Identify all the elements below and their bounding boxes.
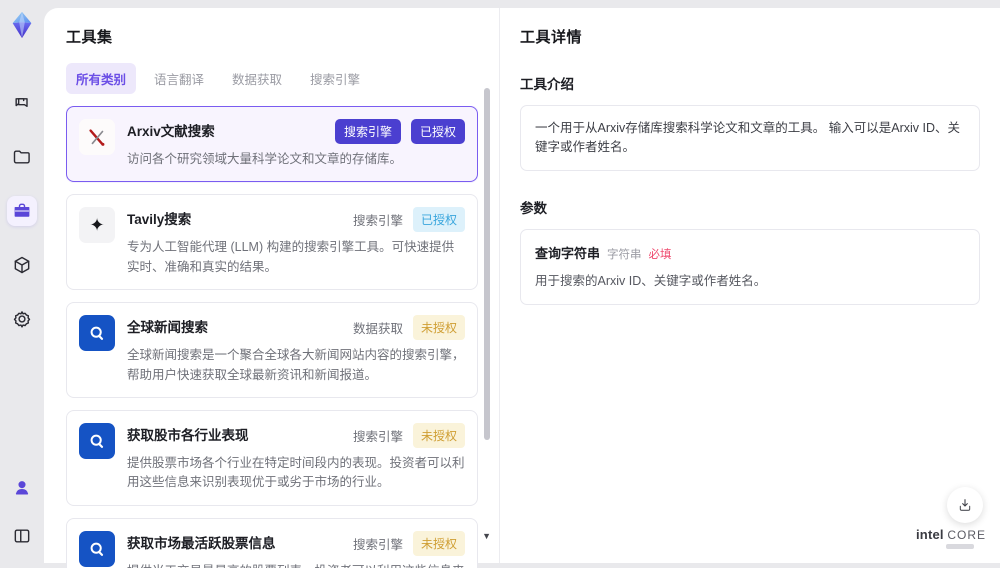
app-logo-icon[interactable] xyxy=(7,10,37,40)
tool-intro-text: 一个用于从Arxiv存储库搜索科学论文和文章的工具。 输入可以是Arxiv ID… xyxy=(520,105,980,171)
param-name: 查询字符串 xyxy=(535,243,600,262)
param-type-label: 字符串 xyxy=(607,246,642,262)
sidebar-item-files[interactable] xyxy=(7,142,37,172)
sidebar-item-chat[interactable] xyxy=(7,88,37,118)
download-button[interactable] xyxy=(947,487,983,523)
brand-subtext xyxy=(946,544,974,549)
tab-search-engine[interactable]: 搜索引擎 xyxy=(300,63,370,94)
briefcase-icon xyxy=(12,201,32,221)
page-title: 工具集 xyxy=(66,26,499,47)
auth-status-badge: 未授权 xyxy=(413,315,465,340)
brand-secondary: CORE xyxy=(947,528,986,542)
chat-icon xyxy=(12,93,32,113)
tool-card-description: 专为人工智能代理 (LLM) 构建的搜索引擎工具。可快速提供实时、准确和真实的结… xyxy=(127,238,465,277)
tool-card-list: Arxiv文献搜索 搜索引擎 已授权 访问各个研究领域大量科学论文和文章的存储库… xyxy=(66,106,478,568)
scrollbar-thumb[interactable] xyxy=(484,88,490,440)
param-item: 查询字符串 字符串 必填 用于搜索的Arxiv ID、关键字或作者姓名。 xyxy=(520,229,980,305)
auth-status-badge: 已授权 xyxy=(411,119,465,144)
tool-card-arxiv[interactable]: Arxiv文献搜索 搜索引擎 已授权 访问各个研究领域大量科学论文和文章的存储库… xyxy=(66,106,478,182)
category-label: 搜索引擎 xyxy=(353,426,403,445)
tool-list-panel: 工具集 所有类别 语言翻译 数据获取 搜索引擎 Arxiv文献搜索 xyxy=(44,8,500,563)
main-panel: 工具集 所有类别 语言翻译 数据获取 搜索引擎 Arxiv文献搜索 xyxy=(44,8,1000,563)
brand-primary: intel xyxy=(916,527,944,542)
tool-card-description: 提供股票市场各个行业在特定时间段内的表现。投资者可以利用这些信息来识别表现优于或… xyxy=(127,454,465,493)
category-tabs: 所有类别 语言翻译 数据获取 搜索引擎 xyxy=(66,63,499,94)
tool-card-global-news[interactable]: 全球新闻搜索 数据获取 未授权 全球新闻搜索是一个聚合全球各大新闻网站内容的搜索… xyxy=(66,302,478,398)
tool-card-title: Tavily搜索 xyxy=(127,207,191,228)
sidebar-item-account[interactable] xyxy=(7,473,37,503)
news-search-logo-icon xyxy=(79,531,115,567)
category-label: 搜索引擎 xyxy=(353,210,403,229)
intel-core-logo: intel CORE xyxy=(916,527,986,549)
tab-data-acquisition[interactable]: 数据获取 xyxy=(222,63,292,94)
arxiv-logo-icon xyxy=(79,119,115,155)
tab-language-translation[interactable]: 语言翻译 xyxy=(144,63,214,94)
tool-card-title: 获取股市各行业表现 xyxy=(127,423,249,444)
sidebar-item-tools[interactable] xyxy=(7,196,37,226)
sidebar-item-settings[interactable] xyxy=(7,304,37,334)
category-label: 数据获取 xyxy=(353,318,403,337)
scroll-down-arrow-icon[interactable]: ▼ xyxy=(482,531,491,541)
auth-status-badge: 已授权 xyxy=(413,207,465,232)
tool-card-most-active-stocks[interactable]: 获取市场最活跃股票信息 搜索引擎 未授权 提供当天交易量最高的股票列表，投资者可… xyxy=(66,518,478,568)
tool-card-description: 全球新闻搜索是一个聚合全球各大新闻网站内容的搜索引擎，帮助用户快速获取全球最新资… xyxy=(127,346,465,385)
params-heading: 参数 xyxy=(520,197,980,217)
tavily-star-icon: ✦ xyxy=(79,207,115,243)
param-description: 用于搜索的Arxiv ID、关键字或作者姓名。 xyxy=(535,270,965,289)
category-badge: 搜索引擎 xyxy=(335,119,401,144)
user-icon xyxy=(12,478,32,498)
tool-card-tavily[interactable]: ✦ Tavily搜索 搜索引擎 已授权 专为人工智能代理 (LLM) 构建的搜索… xyxy=(66,194,478,290)
tab-all-categories[interactable]: 所有类别 xyxy=(66,63,136,94)
sidebar-item-packages[interactable] xyxy=(7,250,37,280)
auth-status-badge: 未授权 xyxy=(413,531,465,556)
tool-detail-panel: 工具详情 工具介绍 一个用于从Arxiv存储库搜索科学论文和文章的工具。 输入可… xyxy=(500,8,1000,563)
intro-heading: 工具介绍 xyxy=(520,73,980,93)
news-search-logo-icon xyxy=(79,423,115,459)
tool-card-description: 访问各个研究领域大量科学论文和文章的存储库。 xyxy=(127,150,465,169)
detail-title: 工具详情 xyxy=(520,26,980,47)
tool-card-title: 全球新闻搜索 xyxy=(127,315,208,336)
left-sidebar xyxy=(0,0,44,563)
sidebar-item-collapse[interactable] xyxy=(7,521,37,551)
layout-panel-icon xyxy=(12,526,32,546)
tool-card-sector-performance[interactable]: 获取股市各行业表现 搜索引擎 未授权 提供股票市场各个行业在特定时间段内的表现。… xyxy=(66,410,478,506)
param-required-label: 必填 xyxy=(649,246,672,262)
auth-status-badge: 未授权 xyxy=(413,423,465,448)
download-icon xyxy=(957,497,973,513)
folder-icon xyxy=(12,147,32,167)
category-label: 搜索引擎 xyxy=(353,534,403,553)
news-search-logo-icon xyxy=(79,315,115,351)
tool-card-title: Arxiv文献搜索 xyxy=(127,119,215,140)
cube-icon xyxy=(12,255,32,275)
gear-icon xyxy=(12,309,32,329)
list-scrollbar[interactable] xyxy=(484,80,490,548)
tool-card-title: 获取市场最活跃股票信息 xyxy=(127,531,276,552)
